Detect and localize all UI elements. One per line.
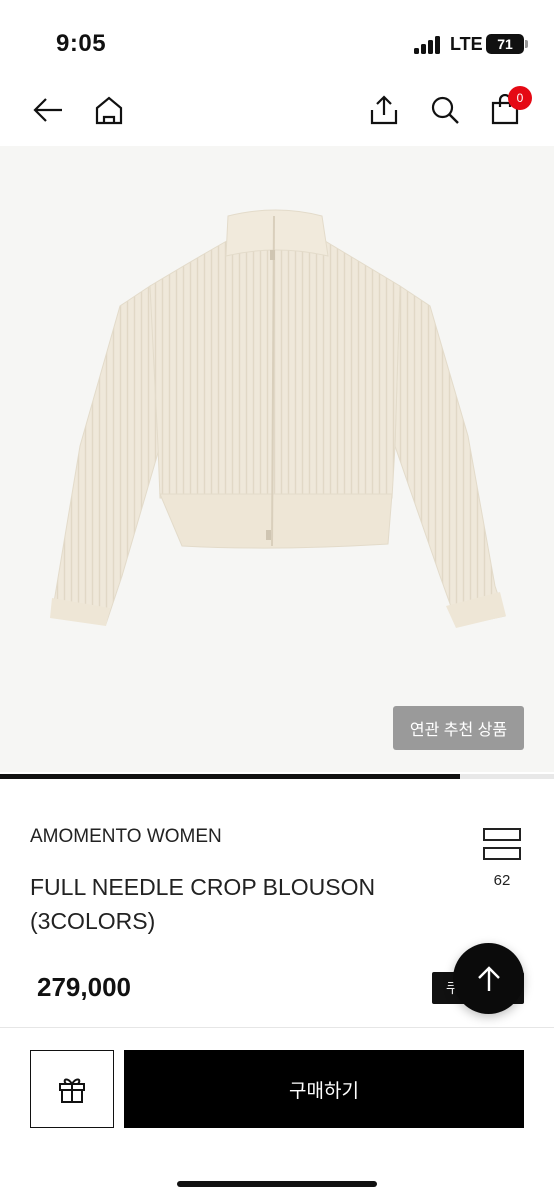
home-icon: [95, 96, 123, 125]
scroll-to-top-button[interactable]: [453, 943, 524, 1014]
share-button[interactable]: [366, 92, 402, 128]
layout-toggle-button[interactable]: [483, 828, 521, 862]
search-button[interactable]: [427, 92, 463, 128]
gift-icon: [59, 1078, 85, 1103]
product-title: FULL NEEDLE CROP BLOUSON (3COLORS): [30, 874, 376, 934]
network-type: LTE: [450, 34, 483, 54]
back-button[interactable]: [30, 92, 66, 128]
product-price: 279,000: [37, 972, 131, 1002]
status-bar: 9:05 LTE 71: [0, 0, 554, 80]
signal-icon: [414, 36, 444, 54]
cart-count-badge: 0: [508, 86, 532, 110]
arrow-up-icon: [477, 965, 500, 991]
related-products-button[interactable]: 연관 추천 상품: [393, 706, 524, 750]
product-image[interactable]: 연관 추천 상품: [0, 146, 554, 772]
image-progress-fill: [0, 774, 460, 779]
battery-tip: [525, 40, 528, 48]
battery-icon: 71: [486, 34, 524, 54]
buy-button[interactable]: 구매하기: [124, 1050, 524, 1128]
layout-count: 62: [493, 872, 511, 889]
battery-level: 71: [497, 36, 513, 52]
gift-button[interactable]: [30, 1050, 114, 1128]
search-icon: [431, 96, 459, 124]
home-button[interactable]: [91, 92, 127, 128]
image-progress-bar: [0, 774, 554, 779]
share-icon: [370, 95, 398, 125]
arrow-left-icon: [33, 98, 62, 122]
home-indicator: [177, 1181, 377, 1187]
top-nav-bar: [0, 80, 554, 146]
bottom-divider: [0, 1027, 554, 1028]
brand-name[interactable]: AMOMENTO WOMEN: [30, 826, 222, 848]
status-time: 9:05: [56, 30, 107, 57]
blouson-illustration: [50, 209, 506, 628]
